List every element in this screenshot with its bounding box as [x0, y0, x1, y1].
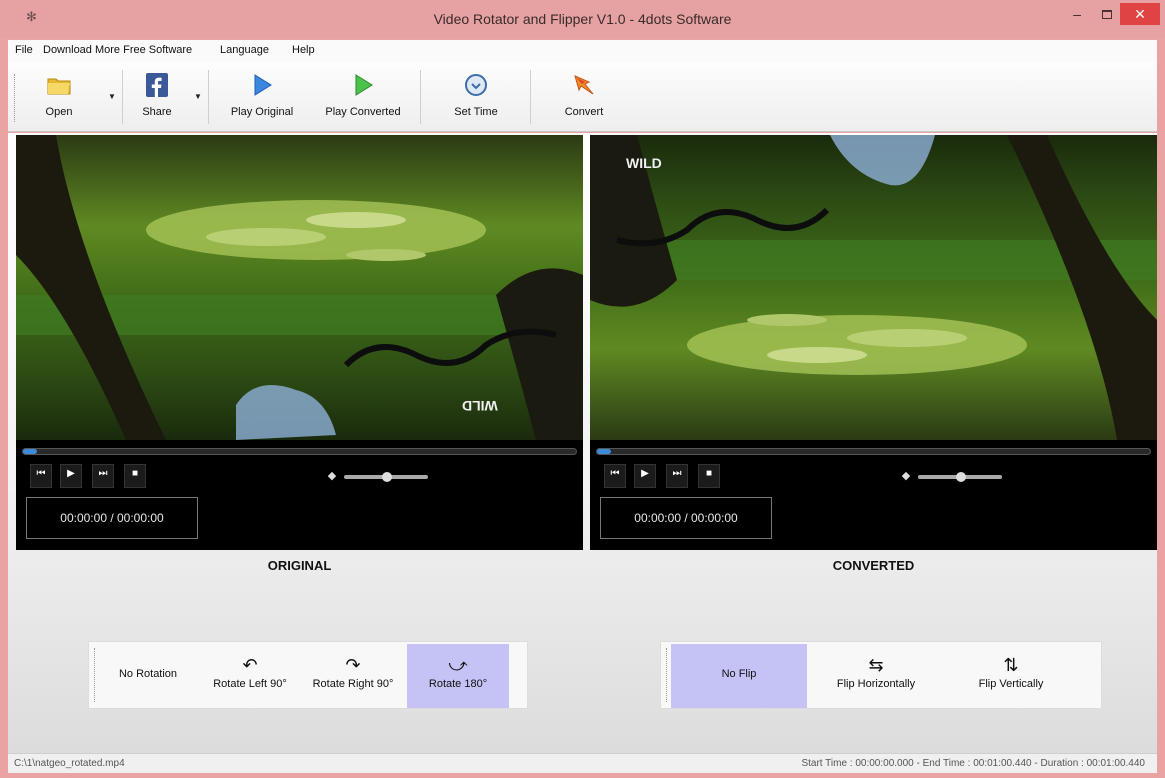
- no-flip-label: No Flip: [721, 668, 757, 680]
- maximize-button[interactable]: [1093, 3, 1121, 25]
- volume-icon[interactable]: ◆: [896, 466, 916, 488]
- flip-vertically-label: Flip Vertically: [978, 678, 1044, 690]
- volume-knob[interactable]: [956, 472, 966, 482]
- play-original-label: Play Original: [230, 106, 294, 118]
- toolbar-separator: [208, 70, 209, 124]
- clock-icon: [465, 74, 487, 96]
- flip-horizontally-label: Flip Horizontally: [836, 678, 916, 690]
- flip-horizontal-icon: ⇆: [868, 655, 884, 675]
- rotate-180-label: Rotate 180°: [428, 678, 488, 690]
- minimize-button[interactable]: –: [1063, 3, 1091, 25]
- next-button[interactable]: ⏭: [92, 464, 114, 488]
- rotation-panel: No Rotation ↶ Rotate Left 90° ↷ Rotate R…: [88, 641, 528, 709]
- watermark-logo: WILD: [626, 155, 662, 171]
- toolbar-grip[interactable]: [14, 74, 16, 122]
- original-player: WILD ⏮ ▶ ⏭ ■ ◆ 00:00:00 / 00:00:00: [16, 135, 583, 550]
- seek-progress: [597, 449, 611, 454]
- next-button[interactable]: ⏭: [666, 464, 688, 488]
- flip-panel: No Flip ⇆ Flip Horizontally ⇅ Flip Verti…: [660, 641, 1102, 709]
- play-button[interactable]: ▶: [60, 464, 82, 488]
- set-time-label: Set Time: [454, 106, 498, 118]
- toolbar-separator: [122, 70, 123, 124]
- set-time-button[interactable]: Set Time: [448, 70, 504, 124]
- open-label: Open: [45, 106, 73, 118]
- play-converted-button[interactable]: Play Converted: [314, 70, 412, 124]
- rotate-right-button[interactable]: ↷ Rotate Right 90°: [301, 644, 405, 708]
- rotate-180-icon: ⤻: [448, 655, 468, 675]
- menu-language[interactable]: Language: [220, 44, 269, 56]
- maximize-icon: [1102, 10, 1112, 19]
- volume-icon[interactable]: ◆: [322, 466, 342, 488]
- play-icon: [355, 74, 373, 96]
- panel-grip[interactable]: [94, 648, 96, 702]
- rotate-left-button[interactable]: ↶ Rotate Left 90°: [199, 644, 301, 708]
- previous-button[interactable]: ⏮: [30, 464, 52, 488]
- volume-slider[interactable]: [918, 472, 1002, 482]
- converted-seek-bar[interactable]: [596, 448, 1151, 455]
- menu-download[interactable]: Download More Free Software: [43, 44, 192, 56]
- rotate-left-icon: ↶: [242, 655, 258, 675]
- status-bar: C:\1\natgeo_rotated.mp4 Start Time : 00:…: [8, 753, 1157, 773]
- seek-progress: [23, 449, 37, 454]
- convert-icon: [574, 75, 594, 95]
- toolbar-separator: [420, 70, 421, 124]
- play-original-button[interactable]: Play Original: [220, 70, 304, 124]
- flip-vertically-button[interactable]: ⇅ Flip Vertically: [951, 644, 1071, 708]
- stop-button[interactable]: ■: [698, 464, 720, 488]
- rotate-right-label: Rotate Right 90°: [312, 678, 394, 690]
- status-times: Start Time : 00:00:00.000 - End Time : 0…: [801, 758, 1145, 769]
- toolbar-separator: [530, 70, 531, 124]
- convert-button[interactable]: Convert: [556, 70, 612, 124]
- video-frame-converted: [590, 135, 1157, 440]
- share-label: Share: [142, 106, 172, 118]
- folder-icon: [47, 78, 71, 95]
- play-converted-label: Play Converted: [325, 106, 401, 118]
- open-dropdown-icon[interactable]: ▼: [108, 92, 116, 101]
- flip-horizontally-button[interactable]: ⇆ Flip Horizontally: [811, 644, 941, 708]
- menu-bar: File Download More Free Software Languag…: [8, 40, 1157, 62]
- convert-label: Convert: [564, 106, 604, 118]
- rotate-180-button[interactable]: ⤻ Rotate 180°: [407, 644, 509, 708]
- title-bar[interactable]: ✻ Video Rotator and Flipper V1.0 - 4dots…: [0, 0, 1165, 38]
- facebook-icon: [146, 73, 168, 97]
- no-flip-button[interactable]: No Flip: [671, 644, 807, 708]
- status-file-path: C:\1\natgeo_rotated.mp4: [14, 758, 125, 769]
- menu-file[interactable]: File: [15, 44, 33, 56]
- no-rotation-label: No Rotation: [118, 668, 178, 680]
- watermark-logo: WILD: [462, 398, 498, 414]
- converted-caption: CONVERTED: [832, 558, 915, 573]
- converted-player: WILD ⏮ ▶ ⏭ ■ ◆ 00:00:00 / 00:00:00: [590, 135, 1157, 550]
- panel-grip[interactable]: [666, 648, 668, 702]
- converted-time-display: 00:00:00 / 00:00:00: [600, 497, 772, 539]
- toolbar: Open ▼ Share ▼ Play Original Play Conver…: [8, 62, 1157, 132]
- original-caption: ORIGINAL: [267, 558, 332, 573]
- window-title: Video Rotator and Flipper V1.0 - 4dots S…: [433, 11, 732, 27]
- stop-button[interactable]: ■: [124, 464, 146, 488]
- no-rotation-button[interactable]: No Rotation: [101, 644, 195, 708]
- original-seek-bar[interactable]: [22, 448, 577, 455]
- original-time-display: 00:00:00 / 00:00:00: [26, 497, 198, 539]
- play-button[interactable]: ▶: [634, 464, 656, 488]
- menu-help[interactable]: Help: [292, 44, 315, 56]
- volume-knob[interactable]: [382, 472, 392, 482]
- volume-slider[interactable]: [344, 472, 428, 482]
- play-icon: [254, 74, 272, 96]
- rotate-right-icon: ↷: [345, 655, 361, 675]
- previous-button[interactable]: ⏮: [604, 464, 626, 488]
- main-content: WILD ⏮ ▶ ⏭ ■ ◆ 00:00:00 / 00:00:00 ORIGI…: [8, 133, 1157, 753]
- video-frame-rotated: [16, 135, 583, 440]
- rotate-left-label: Rotate Left 90°: [213, 678, 287, 690]
- close-button[interactable]: ✕: [1120, 3, 1160, 25]
- share-dropdown-icon[interactable]: ▼: [194, 92, 202, 101]
- open-button[interactable]: Open: [36, 70, 82, 124]
- share-button[interactable]: Share: [132, 70, 182, 124]
- original-video[interactable]: WILD: [16, 135, 583, 440]
- flip-vertical-icon: ⇅: [1003, 655, 1019, 675]
- app-window: ✻ Video Rotator and Flipper V1.0 - 4dots…: [0, 0, 1165, 778]
- converted-video[interactable]: WILD: [590, 135, 1157, 440]
